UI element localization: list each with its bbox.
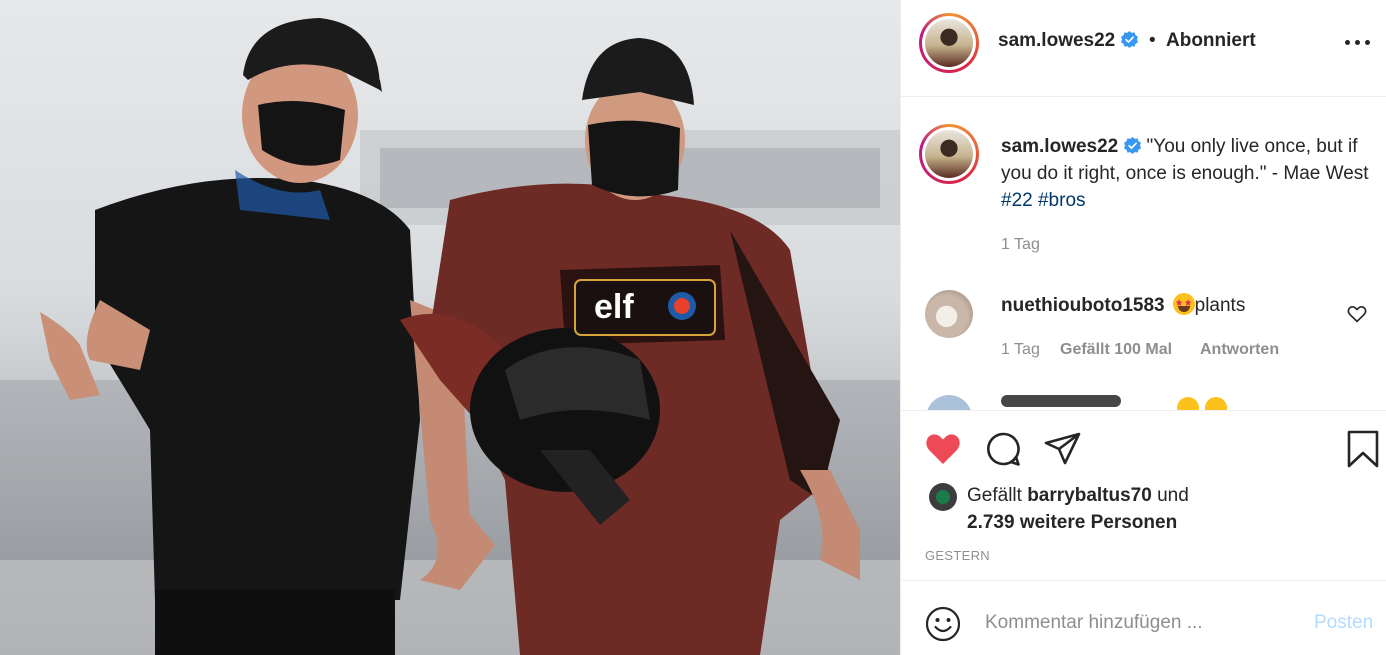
hashtag-link[interactable]: #22 bbox=[1001, 190, 1033, 211]
post-side-panel: sam.lowes22 • Abonniert sam.lowes22 "You… bbox=[900, 0, 1386, 655]
comment-composer: Posten bbox=[901, 580, 1386, 655]
post-actions: Gefällt barrybaltus70 und 2.739 weitere … bbox=[901, 410, 1386, 580]
heart-filled-icon[interactable] bbox=[923, 429, 963, 469]
comment-text: nuethiouboto1583 plants bbox=[1001, 293, 1245, 317]
suit-sponsor-text: elf bbox=[594, 288, 634, 326]
caption-username[interactable]: sam.lowes22 bbox=[1001, 136, 1118, 157]
author-username[interactable]: sam.lowes22 bbox=[998, 30, 1115, 51]
comments-section[interactable]: sam.lowes22 "You only live once, but if … bbox=[901, 97, 1386, 410]
comment-icon[interactable] bbox=[983, 429, 1023, 469]
caption-author-avatar[interactable] bbox=[919, 124, 979, 184]
verified-badge-icon bbox=[1124, 137, 1142, 154]
comment-input[interactable] bbox=[985, 608, 1305, 638]
header-separator: • bbox=[1149, 30, 1156, 51]
comment-like-heart-icon[interactable] bbox=[1347, 305, 1367, 323]
author-avatar[interactable] bbox=[919, 13, 979, 73]
post-photo-illustration: elf bbox=[0, 18, 900, 655]
post-comment-button[interactable]: Posten bbox=[1314, 612, 1373, 634]
post-date[interactable]: GESTERN bbox=[925, 548, 990, 563]
comment-reply-button[interactable]: Antworten bbox=[1200, 341, 1279, 359]
likes-summary: Gefällt barrybaltus70 und 2.739 weitere … bbox=[967, 482, 1189, 536]
commenter-username[interactable]: nuethiouboto1583 bbox=[1001, 295, 1165, 316]
likes-others-link[interactable]: 2.739 weitere Personen bbox=[967, 512, 1177, 533]
author-username-row[interactable]: sam.lowes22 bbox=[998, 30, 1139, 52]
emoji-icon[interactable] bbox=[925, 606, 961, 642]
star-struck-emoji-icon bbox=[1172, 293, 1195, 315]
post-header: sam.lowes22 • Abonniert bbox=[901, 0, 1386, 97]
liker-username[interactable]: barrybaltus70 bbox=[1027, 485, 1152, 506]
more-options-icon[interactable] bbox=[1343, 30, 1373, 54]
share-icon[interactable] bbox=[1043, 429, 1083, 469]
caption-timestamp[interactable]: 1 Tag bbox=[1001, 236, 1040, 254]
likes-prefix: Gefällt bbox=[967, 485, 1022, 506]
emoji-icon bbox=[1177, 397, 1199, 410]
comment-text-partial bbox=[1001, 395, 1121, 407]
post-image[interactable]: elf bbox=[0, 0, 900, 655]
commenter-avatar[interactable] bbox=[925, 290, 973, 338]
verified-badge-icon bbox=[1121, 31, 1139, 48]
follow-status-button[interactable]: Abonniert bbox=[1166, 30, 1256, 52]
comment-timestamp[interactable]: 1 Tag bbox=[1001, 341, 1040, 359]
commenter-avatar[interactable] bbox=[926, 395, 972, 410]
likes-conjunction: und bbox=[1157, 485, 1189, 506]
bookmark-icon[interactable] bbox=[1343, 429, 1383, 469]
caption-text-block: sam.lowes22 "You only live once, but if … bbox=[1001, 133, 1371, 214]
hashtag-link[interactable]: #bros bbox=[1038, 190, 1086, 211]
liker-avatar[interactable] bbox=[929, 483, 957, 511]
emoji-icon bbox=[1205, 397, 1227, 410]
comment-like-count[interactable]: Gefällt 100 Mal bbox=[1060, 341, 1172, 359]
comment-body: plants bbox=[1194, 295, 1246, 316]
